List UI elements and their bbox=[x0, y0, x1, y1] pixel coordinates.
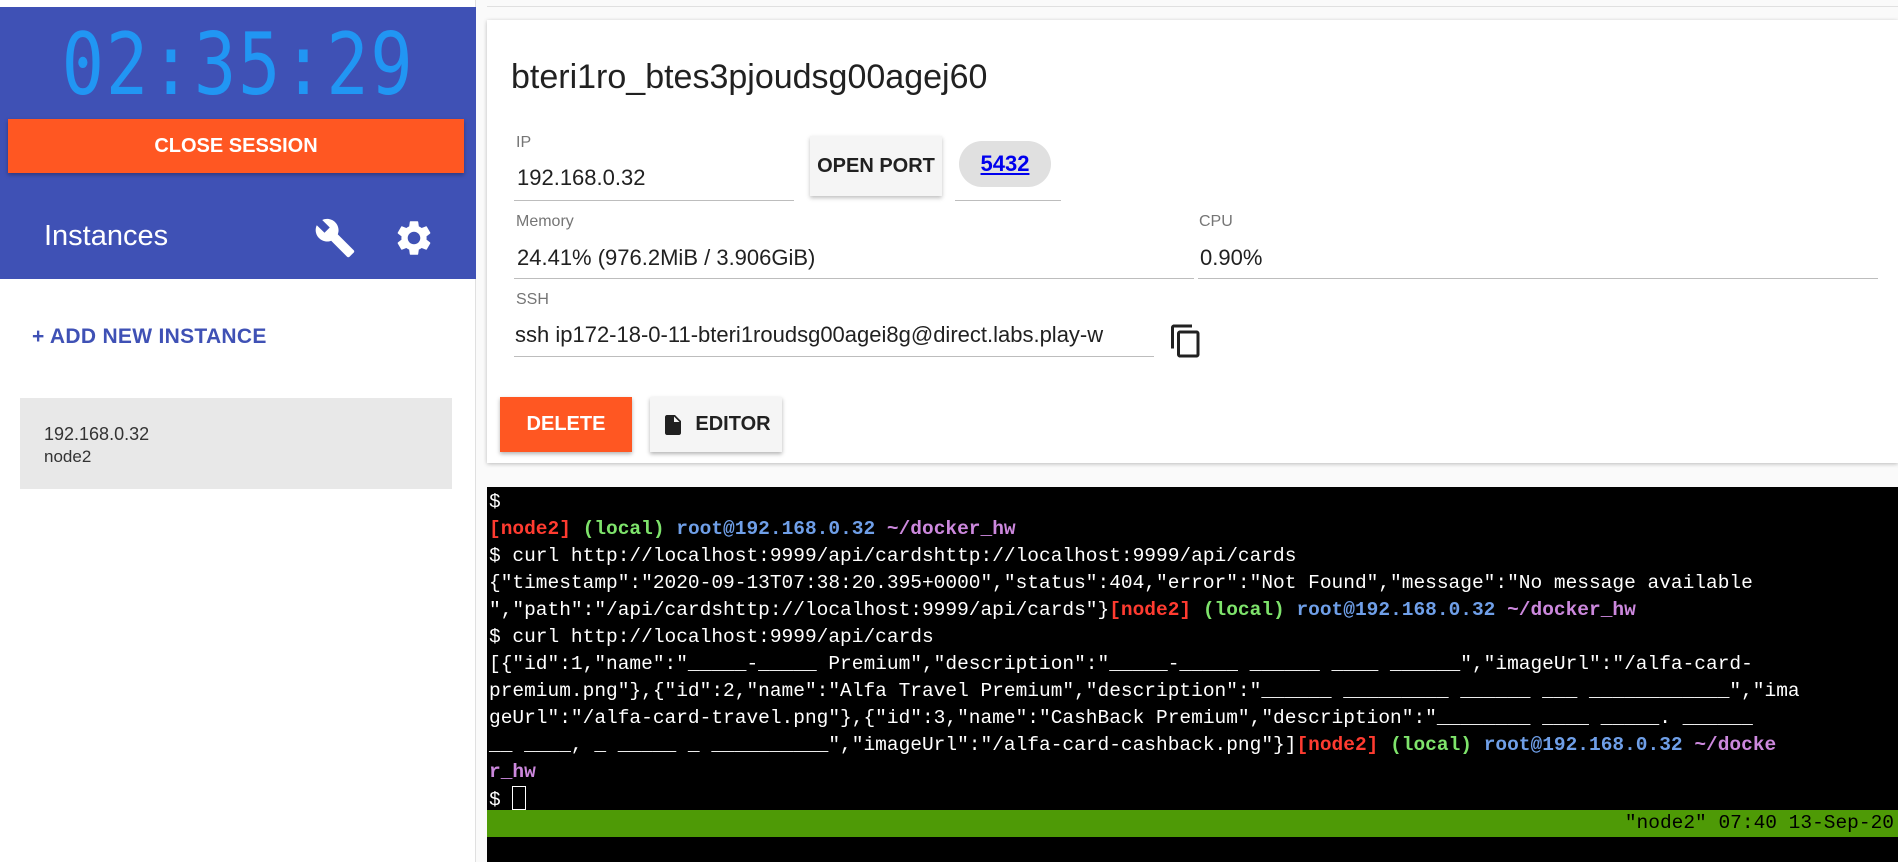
open-port-button[interactable]: OPEN PORT bbox=[810, 136, 942, 196]
instance-ip: 192.168.0.32 bbox=[44, 424, 150, 444]
port-chip[interactable]: 5432 bbox=[959, 141, 1051, 187]
prompt-user: root@192.168.0.32 bbox=[1483, 734, 1683, 756]
prompt-user: root@192.168.0.32 bbox=[1296, 599, 1496, 621]
terminal-line: [{"id":1,"name":"_____-_____ Premium","d… bbox=[489, 653, 1753, 675]
port-underline bbox=[955, 200, 1061, 201]
terminal-cursor bbox=[512, 786, 527, 810]
cpu-value: 0.90% bbox=[1200, 245, 1263, 270]
delete-button[interactable]: DELETE bbox=[500, 397, 632, 452]
terminal-line: {"timestamp":"2020-09-13T07:38:20.395+00… bbox=[489, 572, 1753, 594]
terminal-line: r_hw bbox=[489, 761, 536, 783]
ssh-field[interactable]: ssh ip172-18-0-11-bteri1roudsg00agei8g@d… bbox=[515, 322, 1152, 348]
instance-name: node2 bbox=[44, 447, 92, 466]
file-icon bbox=[665, 414, 682, 435]
terminal-line: $ curl http://localhost:9999/api/cardsht… bbox=[489, 545, 1297, 567]
terminal-output: __ ____, _ _____ _ __________","imageUrl… bbox=[489, 734, 1297, 756]
session-timer: 02:35:29 bbox=[61, 15, 415, 115]
instance-list-item[interactable]: 192.168.0.32 node2 bbox=[20, 398, 452, 489]
memory-underline bbox=[514, 278, 1194, 279]
terminal-prompt: $ bbox=[489, 789, 513, 811]
memory-value: 24.41% (976.2MiB / 3.906GiB) bbox=[517, 245, 816, 270]
terminal-output: ","path":"/api/cardshttp://localhost:999… bbox=[489, 599, 1110, 621]
top-divider bbox=[487, 0, 1898, 7]
prompt-env: (local) bbox=[1390, 734, 1472, 756]
close-session-button[interactable]: CLOSE SESSION bbox=[8, 119, 464, 173]
ip-field[interactable]: 192.168.0.32 bbox=[517, 165, 645, 191]
terminal[interactable]: $ [node2] (local) root@192.168.0.32 ~/do… bbox=[487, 487, 1898, 862]
editor-button[interactable]: EDITOR bbox=[650, 397, 782, 452]
prompt-dir: ~/docker_hw bbox=[886, 518, 1016, 540]
sidebar: 02:35:29 CLOSE SESSION Instances + ADD N… bbox=[0, 0, 476, 862]
terminal-line: geUrl":"/alfa-card-travel.png"},{"id":3,… bbox=[489, 707, 1753, 729]
prompt-dir-part: ~/docke bbox=[1694, 734, 1777, 756]
instance-title: bteri1ro_btes3pjoudsg00agej60 bbox=[511, 58, 988, 96]
tmux-status-right: "node2" 07:40 13-Sep-20 bbox=[1624, 812, 1894, 834]
wrench-icon[interactable] bbox=[314, 217, 356, 259]
prompt-host: [node2] bbox=[1109, 599, 1192, 621]
tmux-windows: [0] 0:python3 1:java- 2:bash* bbox=[535, 839, 887, 861]
prompt-dir: ~/docker_hw bbox=[1507, 599, 1636, 621]
ssh-label: SSH bbox=[516, 291, 549, 308]
tmux-status-bar: [0] 0:python3 1:java- 2:bash* "node2" 07… bbox=[487, 810, 1898, 861]
gear-icon[interactable] bbox=[393, 217, 435, 259]
cpu-label: CPU bbox=[1199, 213, 1233, 230]
terminal-prompt-line: ","path":"/api/cardshttp://localhost:999… bbox=[489, 597, 1896, 624]
prompt-host: [node2] bbox=[489, 518, 571, 540]
prompt-env: (local) bbox=[582, 518, 665, 540]
ip-underline bbox=[514, 200, 794, 201]
memory-label: Memory bbox=[516, 213, 574, 230]
sidebar-header: 02:35:29 CLOSE SESSION Instances bbox=[0, 7, 476, 279]
terminal-line: premium.png"},{"id":2,"name":"Alfa Trave… bbox=[489, 680, 1800, 702]
editor-label: EDITOR bbox=[695, 413, 771, 435]
prompt-env: (local) bbox=[1202, 599, 1285, 621]
terminal-input-line[interactable]: $ bbox=[489, 786, 1896, 813]
terminal-prompt-line: __ ____, _ _____ _ __________","imageUrl… bbox=[489, 732, 1896, 759]
ssh-underline bbox=[514, 356, 1154, 357]
terminal-prompt-line: [node2] (local) root@192.168.0.32 ~/dock… bbox=[489, 516, 1896, 543]
ip-label: IP bbox=[516, 134, 532, 151]
prompt-user: root@192.168.0.32 bbox=[676, 518, 876, 540]
cpu-underline bbox=[1198, 278, 1878, 279]
terminal-line: $ curl http://localhost:9999/api/cards bbox=[489, 626, 934, 648]
prompt-host: [node2] bbox=[1296, 734, 1379, 756]
instance-details-card: bteri1ro_btes3pjoudsg00agej60 IP 192.168… bbox=[487, 20, 1898, 463]
add-new-instance-button[interactable]: + ADD NEW INSTANCE bbox=[32, 325, 267, 349]
instances-title: Instances bbox=[44, 220, 169, 252]
copy-icon[interactable] bbox=[1168, 321, 1204, 361]
port-link[interactable]: 5432 bbox=[981, 151, 1030, 176]
terminal-line: $ bbox=[489, 491, 501, 513]
